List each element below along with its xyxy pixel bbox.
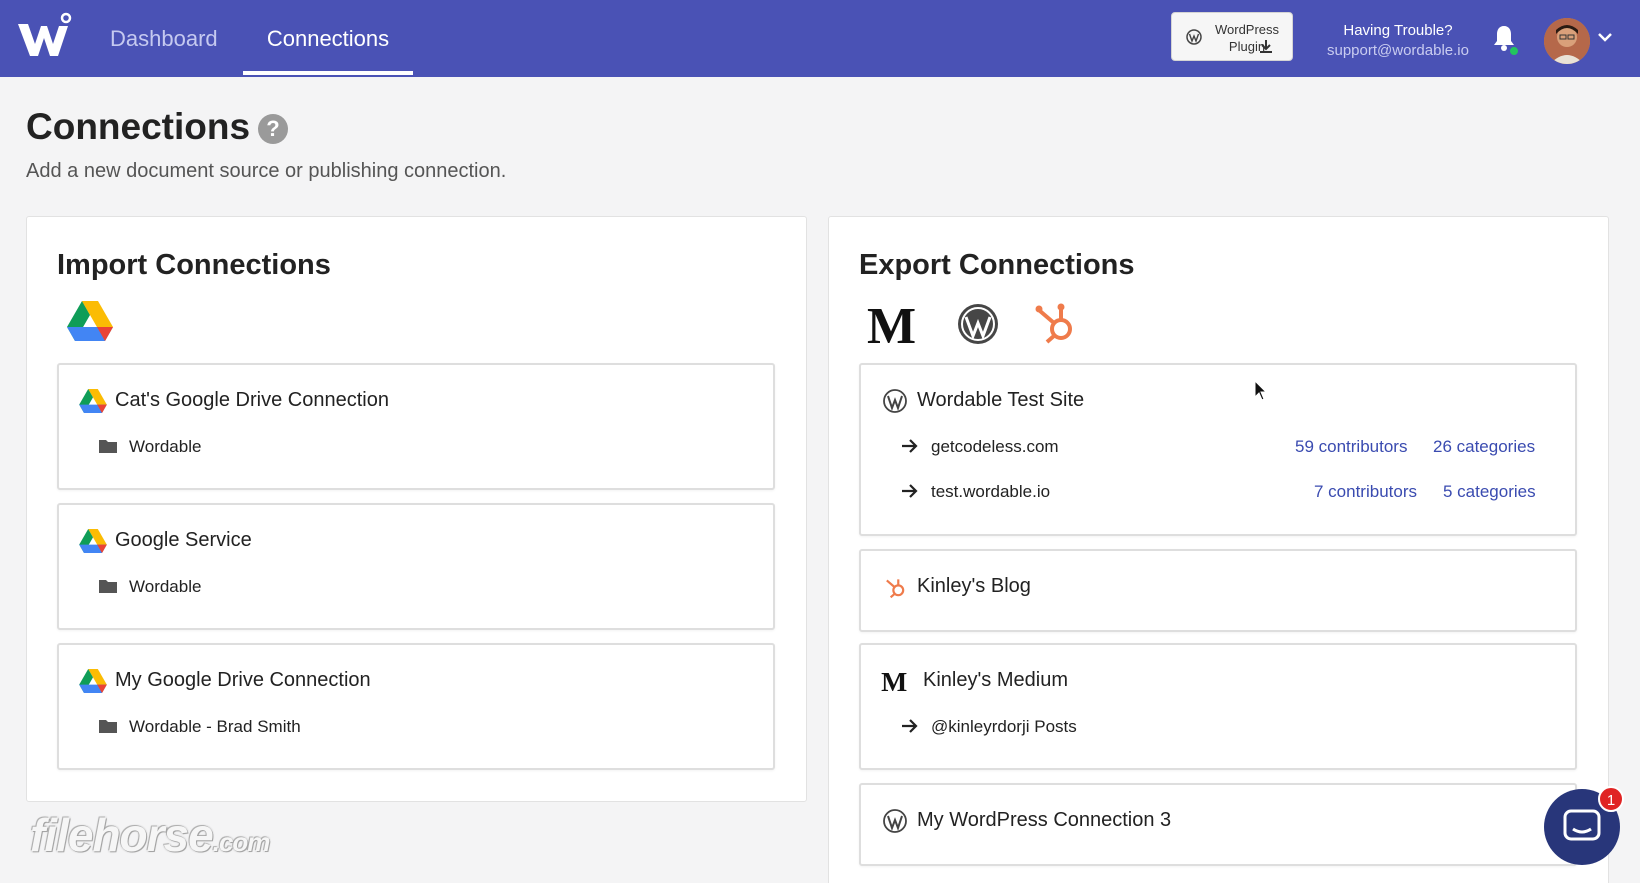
wordpress-icon[interactable]: [957, 303, 999, 345]
google-drive-icon: [79, 669, 107, 693]
wordable-logo[interactable]: [14, 12, 74, 62]
svg-text:M: M: [867, 303, 916, 345]
folder-name: Wordable: [129, 577, 202, 596]
export-card-title: Wordable Test Site: [917, 389, 1085, 411]
google-drive-icon: [79, 389, 107, 413]
import-card[interactable]: Cat's Google Drive Connection Wordable: [57, 363, 775, 490]
folder-name: Wordable - Brad Smith: [129, 717, 301, 736]
folder-icon: [99, 440, 117, 453]
export-panel-title: Export Connections: [859, 249, 1135, 281]
google-drive-icon: [79, 529, 107, 553]
site-row[interactable]: getcodeless.com 59 contributors 26 categ…: [901, 435, 1541, 459]
import-card-title: Google Service: [115, 529, 252, 551]
export-connections-panel: Export Connections M Wordable Test Site …: [828, 216, 1609, 883]
arrow-right-icon: [902, 719, 918, 733]
wordpress-plugin-download-button[interactable]: WordPress Plugin: [1171, 12, 1293, 61]
hubspot-icon: [886, 579, 905, 599]
mouse-cursor-icon: [1254, 380, 1268, 401]
categories-link[interactable]: 26 categories: [1433, 437, 1535, 457]
chat-bubble-icon: [1563, 809, 1601, 841]
arrow-right-icon: [902, 484, 918, 498]
import-connections-panel: Import Connections Cat's Google Drive Co…: [26, 216, 807, 802]
import-card-title: My Google Drive Connection: [115, 669, 371, 691]
contributors-link[interactable]: 59 contributors: [1295, 437, 1407, 457]
page-subtitle: Add a new document source or publishing …: [26, 160, 507, 182]
having-trouble-label: Having Trouble?: [1343, 22, 1453, 39]
export-card-title: My WordPress Connection 3: [917, 809, 1172, 831]
wordpress-icon: [883, 809, 907, 833]
export-card[interactable]: M Kinley's Medium @kinleyrdorji Posts: [859, 643, 1577, 770]
folder-name: Wordable: [129, 437, 202, 456]
medium-icon[interactable]: M: [867, 303, 919, 345]
notification-status-dot: [1508, 45, 1520, 57]
contributors-link[interactable]: 7 contributors: [1314, 482, 1417, 502]
watermark-suffix: .com: [212, 827, 271, 857]
user-avatar[interactable]: [1544, 18, 1590, 64]
nav-connections[interactable]: Connections: [243, 0, 413, 77]
import-card[interactable]: My Google Drive Connection Wordable - Br…: [57, 643, 775, 770]
plugin-label-line1: WordPress: [1214, 22, 1280, 37]
import-card[interactable]: Google Service Wordable: [57, 503, 775, 630]
medium-icon: M: [881, 669, 907, 693]
site-name: test.wordable.io: [931, 482, 1051, 501]
export-card[interactable]: Kinley's Blog: [859, 549, 1577, 632]
export-card[interactable]: My WordPress Connection 3: [859, 783, 1577, 866]
site-name: getcodeless.com: [931, 437, 1059, 456]
folder-icon: [99, 720, 117, 733]
import-card-title: Cat's Google Drive Connection: [115, 389, 389, 411]
chevron-down-icon[interactable]: [1598, 32, 1612, 42]
support-email-link[interactable]: support@wordable.io: [1318, 42, 1478, 59]
import-panel-title: Import Connections: [57, 249, 331, 281]
folder-icon: [99, 580, 117, 593]
avatar-face-icon: [1544, 18, 1590, 64]
google-drive-icon[interactable]: [67, 301, 113, 341]
help-icon[interactable]: ?: [258, 114, 288, 144]
filehorse-watermark: filehorse.com: [30, 808, 271, 862]
hubspot-icon[interactable]: [1034, 301, 1076, 345]
categories-link[interactable]: 5 categories: [1443, 482, 1536, 502]
publication-name: @kinleyrdorji Posts: [931, 717, 1077, 736]
watermark-main: filehorse: [30, 809, 214, 861]
export-card-title: Kinley's Medium: [923, 669, 1068, 691]
export-card-title: Kinley's Blog: [917, 575, 1031, 597]
chat-unread-badge: 1: [1598, 786, 1624, 812]
site-row[interactable]: test.wordable.io 7 contributors 5 catego…: [901, 480, 1541, 504]
page-title: Connections: [26, 106, 251, 147]
svg-text:M: M: [881, 669, 907, 693]
nav-dashboard[interactable]: Dashboard: [110, 0, 218, 77]
top-navbar: Dashboard Connections WordPress Plugin H…: [0, 0, 1640, 77]
wordpress-icon: [883, 389, 907, 413]
arrow-right-icon: [902, 439, 918, 453]
wordpress-icon: [1186, 29, 1202, 45]
active-tab-indicator: [243, 71, 413, 75]
download-icon: [1260, 40, 1272, 53]
export-card[interactable]: Wordable Test Site getcodeless.com 59 co…: [859, 363, 1577, 536]
